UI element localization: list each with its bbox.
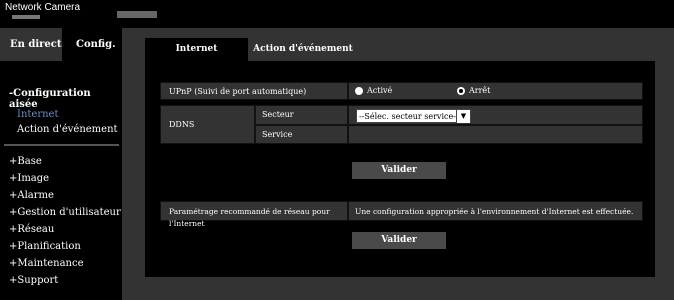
upnp-on-radio[interactable] bbox=[355, 87, 363, 95]
menu-item-image[interactable]: +Image bbox=[9, 173, 49, 184]
menu-item-support[interactable]: +Support bbox=[9, 275, 58, 286]
quick-setup-title: -Configuration aisée bbox=[9, 88, 91, 110]
menu-item-user-management[interactable]: +Gestion d'utilisateur bbox=[9, 207, 121, 218]
upnp-label: UPnP (Suivi de port automatique) bbox=[160, 82, 348, 100]
recommended-label: Paramétrage recommandé de réseau pour l'… bbox=[160, 201, 348, 228]
tab-config[interactable]: Config. bbox=[62, 28, 122, 61]
upnp-off-label: Arrêt bbox=[469, 86, 491, 95]
menu-item-network[interactable]: +Réseau bbox=[9, 224, 54, 235]
sidebar: En direct Config. -Configuration aisée I… bbox=[0, 28, 122, 300]
quick-item-internet[interactable]: Internet bbox=[17, 109, 58, 120]
chevron-down-icon: ▼ bbox=[456, 110, 470, 123]
tab-event-action[interactable]: Action d'événement bbox=[248, 38, 358, 61]
ddns-sector-label: Secteur bbox=[255, 105, 348, 125]
recommended-message: Une configuration appropriée à l'environ… bbox=[348, 201, 643, 221]
settings-panel: UPnP (Suivi de port automatique) Activé … bbox=[145, 61, 655, 277]
upnp-on-label: Activé bbox=[367, 86, 393, 95]
upnp-options: Activé Arrêt bbox=[348, 82, 643, 100]
tab-live[interactable]: En direct bbox=[0, 28, 62, 61]
menu-item-alarm[interactable]: +Alarme bbox=[9, 190, 54, 201]
sidebar-divider bbox=[4, 144, 119, 146]
validate-button-ddns[interactable]: Valider bbox=[352, 162, 446, 179]
validate-button-recommended[interactable]: Valider bbox=[352, 232, 446, 249]
upnp-off-radio[interactable] bbox=[457, 87, 465, 95]
ddns-service-label: Service bbox=[255, 125, 348, 144]
menu-item-maintenance[interactable]: +Maintenance bbox=[9, 258, 84, 269]
brand-title: Network Camera bbox=[5, 2, 81, 13]
menu-item-schedule[interactable]: +Planification bbox=[9, 241, 81, 252]
quick-item-event-action[interactable]: Action d'événement bbox=[17, 124, 118, 135]
ddns-sector-value: --Sélec. secteur service-- bbox=[359, 112, 459, 121]
tab-internet[interactable]: Internet bbox=[145, 38, 248, 61]
top-bar: Network Camera bbox=[0, 0, 674, 28]
ddns-sector-select[interactable]: --Sélec. secteur service-- ▼ bbox=[356, 109, 471, 123]
brand-subtitle-redacted bbox=[12, 15, 40, 19]
ddns-sector-cell: --Sélec. secteur service-- ▼ bbox=[348, 105, 643, 125]
ddns-service-cell bbox=[348, 125, 643, 144]
model-name-redacted bbox=[117, 11, 157, 18]
ddns-label: DDNS bbox=[160, 105, 255, 144]
menu-item-base[interactable]: +Base bbox=[9, 156, 42, 167]
